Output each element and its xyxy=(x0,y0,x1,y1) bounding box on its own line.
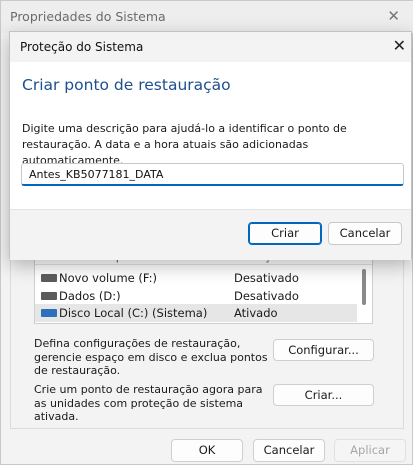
close-icon[interactable]: ✕ xyxy=(393,36,406,55)
create-restore-point-dialog: Proteção do Sistema ✕ Criar ponto de res… xyxy=(9,31,412,260)
drive-name: Dados (D:) xyxy=(59,289,121,303)
drive-row-f[interactable]: Novo volume (F:) Desativado xyxy=(35,269,357,287)
create-restore-point-button[interactable]: Criar... xyxy=(273,384,374,406)
system-properties-titlebar: Propriedades do Sistema ✕ xyxy=(1,1,413,33)
apply-button[interactable]: Aplicar xyxy=(334,439,406,462)
drive-row-d[interactable]: Dados (D:) Desativado xyxy=(35,287,357,305)
system-drive-icon xyxy=(41,309,57,317)
drive-protection-status: Desativado xyxy=(234,289,299,303)
create-description: Crie um ponto de restauração agora para … xyxy=(34,383,263,423)
dialog-description: Digite uma descrição para ajudá-lo a ide… xyxy=(22,122,347,167)
hdd-icon xyxy=(41,292,57,300)
hdd-icon xyxy=(41,274,57,282)
list-scrollbar[interactable] xyxy=(362,269,366,305)
drive-name: Disco Local (C:) (Sistema) xyxy=(59,306,208,320)
dialog-heading: Criar ponto de restauração xyxy=(22,76,231,94)
dialog-cancel-button[interactable]: Cancelar xyxy=(328,222,402,245)
cancel-button[interactable]: Cancelar xyxy=(253,439,325,462)
drive-name: Novo volume (F:) xyxy=(59,271,157,285)
drive-protection-status: Desativado xyxy=(234,271,299,285)
dialog-footer: Criar Cancelar xyxy=(10,209,411,260)
drive-row-c[interactable]: Disco Local (C:) (Sistema) Ativado xyxy=(35,304,357,322)
configure-button[interactable]: Configurar... xyxy=(273,339,374,361)
ok-button[interactable]: OK xyxy=(171,439,243,462)
drive-protection-status: Ativado xyxy=(234,306,278,320)
close-icon[interactable]: ✕ xyxy=(387,7,400,25)
dialog-title: Proteção do Sistema xyxy=(20,40,144,54)
configure-description: Defina configurações de restauração, ger… xyxy=(34,337,268,377)
create-button[interactable]: Criar xyxy=(248,222,322,245)
system-properties-title: Propriedades do Sistema xyxy=(10,9,166,24)
restore-point-description-input[interactable] xyxy=(21,163,404,186)
dialog-titlebar: Proteção do Sistema ✕ xyxy=(10,32,411,62)
